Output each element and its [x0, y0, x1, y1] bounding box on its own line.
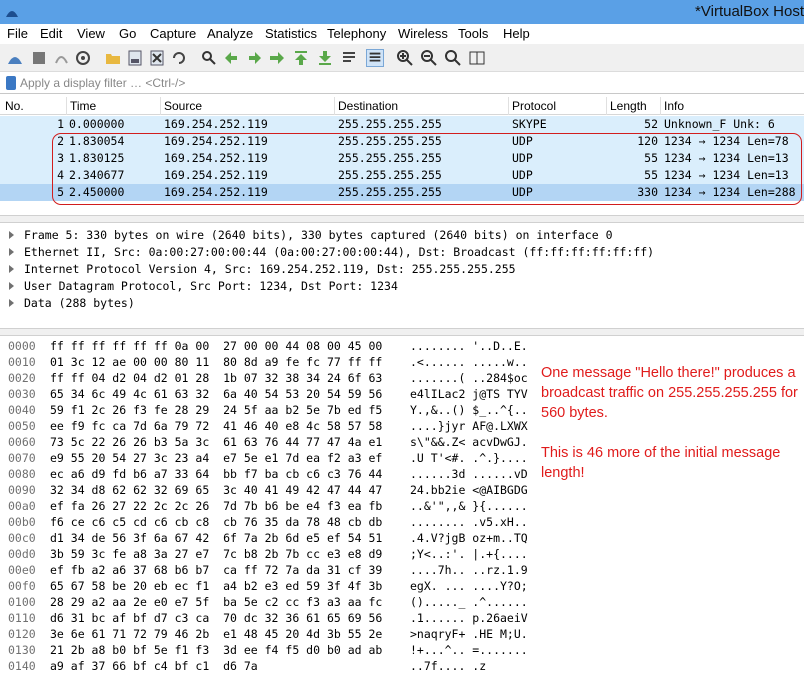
menu-analyze[interactable]: Analyze: [207, 26, 253, 41]
menu-statistics[interactable]: Statistics: [265, 26, 317, 41]
hex-row[interactable]: 0120 3e 6e 61 71 72 79 46 2b e1 48 45 20 …: [0, 627, 804, 643]
expand-arrow-icon[interactable]: [9, 282, 14, 290]
menu-edit[interactable]: Edit: [40, 26, 62, 41]
packet-source: 169.254.252.119: [164, 117, 268, 131]
hex-row[interactable]: 0110 d6 31 bc af bf d7 c3 ca 70 dc 32 36 …: [0, 611, 804, 627]
red-annotation: One message "Hello there!" produces a br…: [541, 363, 799, 483]
go-first-icon[interactable]: [292, 49, 310, 67]
hex-row[interactable]: 0100 28 29 a2 aa 2e e0 e7 5f ba 5e c2 cc …: [0, 595, 804, 611]
column-time[interactable]: Time: [70, 99, 96, 113]
save-file-icon[interactable]: [126, 49, 144, 67]
column-info[interactable]: Info: [664, 99, 684, 113]
menu-file[interactable]: File: [7, 26, 28, 41]
menu-tools[interactable]: Tools: [458, 26, 488, 41]
colorize-icon[interactable]: [366, 49, 384, 67]
packet-destination: 255.255.255.255: [338, 117, 442, 131]
packet-details: Frame 5: 330 bytes on wire (2640 bits), …: [0, 224, 804, 332]
window-titlebar: *VirtualBox Host: [0, 0, 804, 24]
expand-arrow-icon[interactable]: [9, 299, 14, 307]
menu-capture[interactable]: Capture: [150, 26, 196, 41]
stop-capture-icon[interactable]: [30, 49, 48, 67]
menu-bar: File Edit View Go Capture Analyze Statis…: [0, 24, 804, 44]
restart-capture-icon[interactable]: [52, 49, 70, 67]
find-packet-icon[interactable]: [200, 49, 218, 67]
hex-row[interactable]: 00a0 ef fa 26 27 22 2c 2c 26 7d 7b b6 be …: [0, 499, 804, 515]
packet-info: Unknown_F Unk: 6: [664, 117, 775, 131]
detail-frame[interactable]: Frame 5: 330 bytes on wire (2640 bits), …: [0, 227, 804, 244]
udp-packets-highlight: [52, 133, 802, 205]
window-title: *VirtualBox Host: [695, 3, 804, 20]
hex-row[interactable]: 0130 21 2b a8 b0 bf 5e f1 f3 3d ee f4 f5 …: [0, 643, 804, 659]
menu-telephony[interactable]: Telephony: [327, 26, 386, 41]
go-forward-icon[interactable]: [246, 49, 264, 67]
main-toolbar: [0, 44, 804, 72]
hex-row[interactable]: 00b0 f6 ce c6 c5 cd c6 cb c8 cb 76 35 da …: [0, 515, 804, 531]
resize-columns-icon[interactable]: [468, 49, 486, 67]
autoscroll-icon[interactable]: [340, 49, 358, 67]
menu-help[interactable]: Help: [503, 26, 530, 41]
detail-udp[interactable]: User Datagram Protocol, Src Port: 1234, …: [0, 278, 804, 295]
close-file-icon[interactable]: [148, 49, 166, 67]
expand-arrow-icon[interactable]: [9, 265, 14, 273]
column-source[interactable]: Source: [164, 99, 202, 113]
column-no[interactable]: No.: [5, 99, 24, 113]
pane-splitter[interactable]: [0, 328, 804, 336]
packet-list-header: No. Time Source Destination Protocol Len…: [0, 97, 804, 115]
hex-row[interactable]: 00e0 ef fb a2 a6 37 68 b6 b7 ca ff 72 7a …: [0, 563, 804, 579]
go-back-icon[interactable]: [222, 49, 240, 67]
detail-ipv4[interactable]: Internet Protocol Version 4, Src: 169.25…: [0, 261, 804, 278]
display-filter-bar: [0, 72, 804, 94]
detail-data[interactable]: Data (288 bytes): [0, 295, 804, 312]
open-file-icon[interactable]: [104, 49, 122, 67]
zoom-in-icon[interactable]: [396, 49, 414, 67]
annotation-line-1: One message "Hello there!" produces a br…: [541, 365, 798, 421]
reload-icon[interactable]: [170, 49, 188, 67]
column-destination[interactable]: Destination: [338, 99, 398, 113]
display-filter-input[interactable]: [20, 74, 800, 92]
zoom-out-icon[interactable]: [420, 49, 438, 67]
packet-time: 0.000000: [69, 117, 125, 131]
column-length[interactable]: Length: [610, 99, 647, 113]
hex-row[interactable]: 0140 a9 af 37 66 bf c4 bf c1 d6 7a ..7f...…: [0, 659, 804, 675]
go-last-icon[interactable]: [316, 49, 334, 67]
annotation-line-2: This is 46 more of the initial message l…: [541, 445, 781, 481]
packet-row[interactable]: 1 0.000000 169.254.252.119 255.255.255.2…: [0, 116, 804, 133]
hex-row[interactable]: 00d0 3b 59 3c fe a8 3a 27 e7 7c b8 2b 7b …: [0, 547, 804, 563]
go-to-packet-icon[interactable]: [268, 49, 286, 67]
wireshark-fin-icon: [6, 11, 18, 17]
hex-row[interactable]: 00c0 d1 34 de 56 3f 6a 67 42 6f 7a 2b 6d …: [0, 531, 804, 547]
hex-row[interactable]: 00f0 65 67 58 be 20 eb ec f1 a4 b2 e3 ed …: [0, 579, 804, 595]
expand-arrow-icon[interactable]: [9, 231, 14, 239]
menu-wireless[interactable]: Wireless: [398, 26, 448, 41]
menu-go[interactable]: Go: [119, 26, 136, 41]
detail-ethernet[interactable]: Ethernet II, Src: 0a:00:27:00:00:44 (0a:…: [0, 244, 804, 261]
packet-no: 1: [57, 117, 64, 131]
shark-fin-start-icon[interactable]: [6, 49, 24, 67]
zoom-normal-icon[interactable]: [444, 49, 462, 67]
column-protocol[interactable]: Protocol: [512, 99, 556, 113]
expand-arrow-icon[interactable]: [9, 248, 14, 256]
hex-row[interactable]: 0090 32 34 d8 62 62 32 69 65 3c 40 41 49 …: [0, 483, 804, 499]
packet-length: 52: [644, 117, 658, 131]
hex-row[interactable]: 0000 ff ff ff ff ff ff 0a 00 27 00 00 44 …: [0, 339, 804, 355]
menu-view[interactable]: View: [77, 26, 105, 41]
packet-protocol: SKYPE: [512, 117, 547, 131]
capture-options-icon[interactable]: [74, 49, 92, 67]
bookmark-filter-icon[interactable]: [6, 76, 16, 90]
pane-splitter[interactable]: [0, 215, 804, 223]
